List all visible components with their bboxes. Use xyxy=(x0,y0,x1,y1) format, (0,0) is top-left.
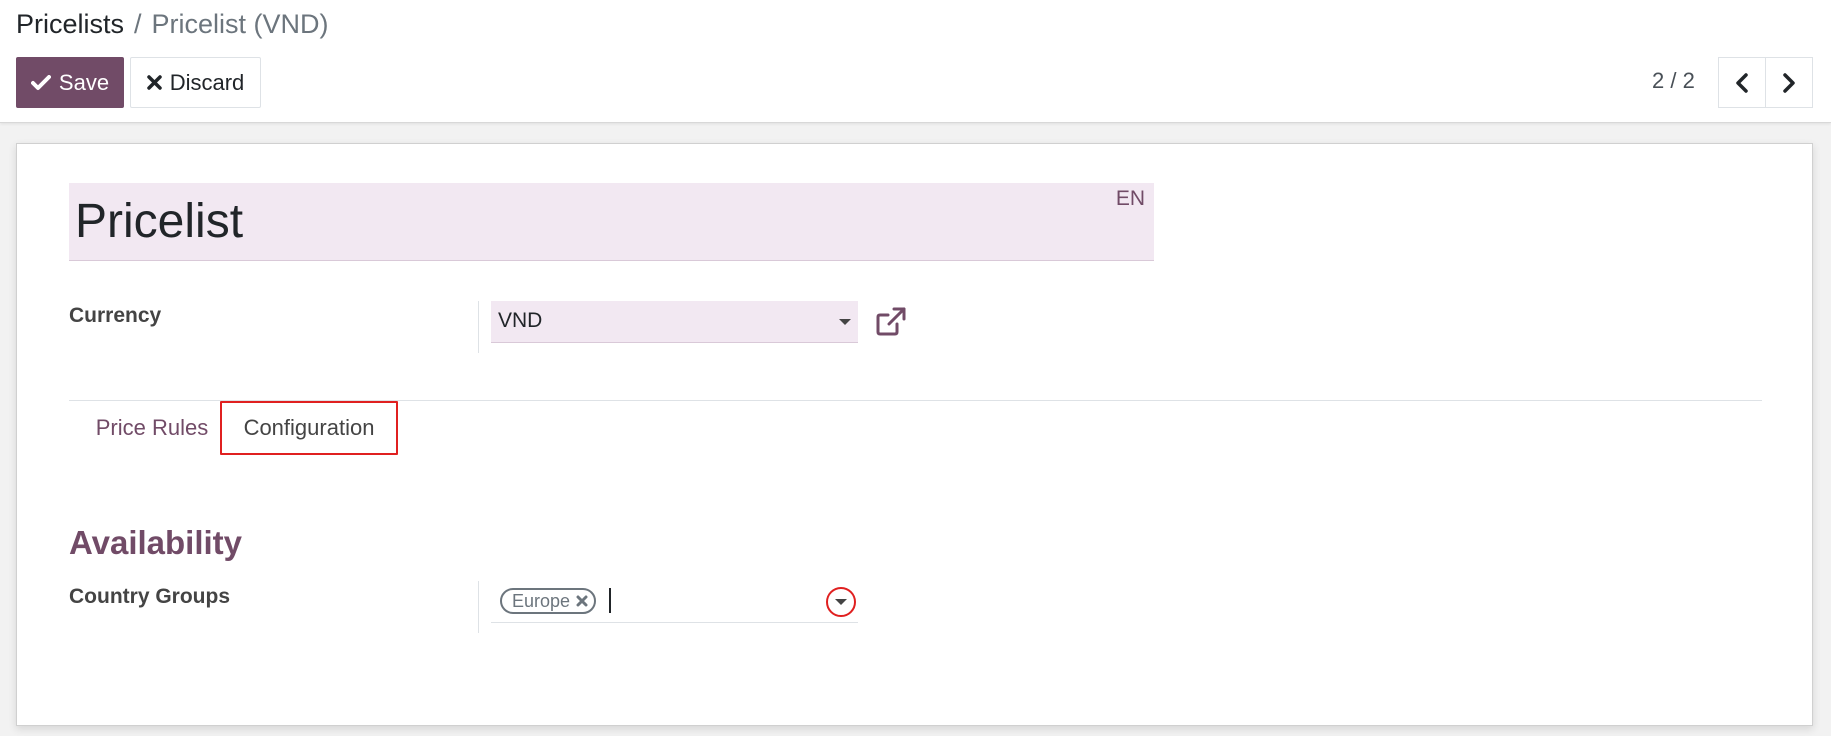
tab-configuration[interactable]: Configuration xyxy=(220,401,398,455)
external-link-button[interactable] xyxy=(875,306,907,341)
form-sheet: Pricelist EN Currency VND Price Rules Co… xyxy=(16,143,1813,726)
availability-section-title: Availability xyxy=(69,524,243,561)
tag-remove-button[interactable] xyxy=(576,595,588,607)
pricelist-name-field[interactable]: Pricelist EN xyxy=(69,183,1154,261)
save-button-label: Save xyxy=(58,69,110,95)
tab-price-rules[interactable]: Price Rules xyxy=(69,401,235,455)
breadcrumb-separator: / xyxy=(134,9,142,39)
country-groups-input[interactable]: Europe xyxy=(491,581,858,623)
breadcrumb-current: Pricelist (VND) xyxy=(151,9,329,39)
country-groups-label: Country Groups xyxy=(69,585,230,608)
discard-button[interactable]: Discard xyxy=(130,57,261,108)
text-cursor xyxy=(609,588,611,613)
chevron-left-icon xyxy=(1736,72,1748,93)
caret-down-icon xyxy=(835,599,847,605)
country-groups-field-divider xyxy=(478,581,479,633)
pricelist-name-value: Pricelist xyxy=(75,195,244,248)
tag-remove-icon xyxy=(576,595,588,607)
pager-previous-button[interactable] xyxy=(1718,57,1766,108)
currency-label: Currency xyxy=(69,304,162,327)
breadcrumb: Pricelists / Pricelist (VND) xyxy=(16,6,329,42)
currency-value: VND xyxy=(498,309,543,332)
external-link-icon xyxy=(876,307,906,336)
discard-button-label: Discard xyxy=(169,69,245,95)
translation-language-button[interactable]: EN xyxy=(1116,187,1145,211)
country-group-tag-label: Europe xyxy=(512,590,571,611)
control-panel: Pricelists / Pricelist (VND) Save Discard … xyxy=(0,0,1831,123)
country-group-tag: Europe xyxy=(500,588,597,614)
chevron-right-icon xyxy=(1783,72,1795,93)
pager-next-button[interactable] xyxy=(1765,57,1813,108)
save-button[interactable]: Save xyxy=(16,57,124,108)
country-groups-dropdown-toggle[interactable] xyxy=(826,587,856,617)
currency-field-divider xyxy=(478,301,479,353)
pager-value: 2 / 2 xyxy=(1652,68,1695,93)
close-icon xyxy=(146,75,162,90)
caret-down-icon xyxy=(839,319,851,325)
check-icon xyxy=(30,74,51,90)
currency-select[interactable]: VND xyxy=(491,301,858,343)
breadcrumb-pricelists-link[interactable]: Pricelists xyxy=(16,9,124,39)
